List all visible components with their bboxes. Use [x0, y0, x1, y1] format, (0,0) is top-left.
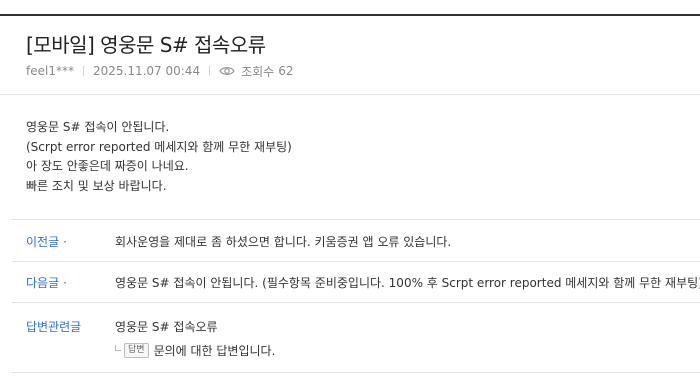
next-post-label: 다음글 ·	[26, 274, 67, 291]
post-meta: feel1*** 2025.11.07 00:44 조회수 62	[26, 63, 293, 79]
divider	[0, 94, 700, 95]
divider	[12, 261, 700, 262]
view-count: 조회수 62	[219, 63, 293, 80]
views-label: 조회수	[241, 64, 275, 79]
divider	[12, 219, 700, 220]
next-post-link[interactable]: 영웅문 S# 접속이 안됩니다. (필수항목 준비중입니다. 100% 후 Sc…	[115, 274, 700, 291]
eye-icon	[219, 67, 235, 75]
bullet-dot: ·	[63, 276, 67, 290]
top-rule	[0, 14, 700, 16]
author-id[interactable]: feel1***	[26, 64, 74, 78]
divider	[12, 372, 700, 373]
body-line: 영웅문 S# 접속이 안됩니다.	[26, 120, 170, 134]
bullet-dot: ·	[63, 235, 67, 249]
related-posts-label: 답변관련글	[26, 320, 82, 334]
meta-divider	[82, 66, 84, 76]
related-original-link[interactable]: 영웅문 S# 접속오류	[115, 318, 218, 335]
prev-post-label-text: 이전글	[26, 235, 60, 249]
body-line: 아 장도 안좋은데 짜증이 나네요.	[26, 159, 189, 173]
reply-badge: 답변	[124, 342, 149, 358]
post-body: 영웅문 S# 접속이 안됩니다. (Scrpt error reported 메…	[26, 118, 292, 196]
body-line: (Scrpt error reported 메세지와 함께 무한 재부팅)	[26, 139, 292, 154]
post-title: [모바일] 영웅문 S# 접속오류	[26, 33, 266, 57]
post-date: 2025.11.07 00:44	[92, 64, 201, 78]
reply-title: 문의에 대한 답변입니다.	[153, 343, 276, 358]
related-reply-link[interactable]: 답변 문의에 대한 답변입니다.	[115, 341, 275, 359]
next-post-label-text: 다음글	[26, 276, 60, 290]
meta-divider	[209, 66, 211, 76]
reply-arrow-icon	[115, 345, 121, 351]
divider	[12, 302, 700, 303]
prev-post-label: 이전글 ·	[26, 233, 67, 250]
body-line: 빠른 조치 및 보상 바랍니다.	[26, 178, 167, 193]
views-value: 62	[278, 64, 294, 78]
prev-post-link[interactable]: 회사운영을 제대로 좀 하셨으면 합니다. 키움증권 앱 오류 있습니다.	[115, 233, 451, 250]
